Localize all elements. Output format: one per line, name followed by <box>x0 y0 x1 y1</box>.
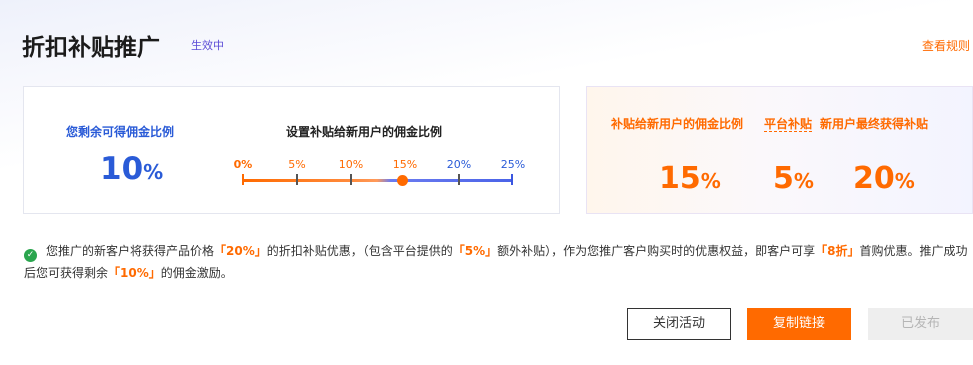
platform-subsidy-label: 平台补贴 <box>764 111 820 137</box>
platform-subsidy-label-text: 平台补贴 <box>764 117 813 132</box>
percent-unit: % <box>700 169 721 193</box>
remaining-commission-unit: % <box>143 160 164 184</box>
remaining-commission-label: 您剩余可得佣金比例 <box>66 125 175 139</box>
notice-text: 额外补贴），作为您推广客户购买时的优惠权益，即客户可享 <box>497 244 816 258</box>
final-subsidy-label: 新用户最终获得补贴 <box>820 117 929 131</box>
slider-tick-label: 20% <box>446 158 472 171</box>
slider-tick-mark <box>511 174 513 185</box>
slider-tick-mark <box>458 174 460 185</box>
final-subsidy-value: 20% <box>853 161 915 196</box>
commission-setting-card: 您剩余可得佣金比例 10% 设置补贴给新用户的佣金比例 0% 5% 10% 15… <box>23 86 560 214</box>
notice-text: 的折扣补贴优惠，（包含平台提供的 <box>266 244 453 258</box>
copy-link-button[interactable]: 复制链接 <box>747 308 851 340</box>
commission-slider-handle[interactable] <box>397 175 408 186</box>
view-rules-link[interactable]: 查看规则 <box>922 37 970 54</box>
slider-tick-label: 25% <box>500 158 526 171</box>
percent-unit: % <box>793 169 814 193</box>
slider-tick-mark <box>242 174 244 185</box>
check-circle-icon: ✓ <box>24 249 37 262</box>
notice-highlight: 「5%」 <box>452 244 498 258</box>
notice-text: 的佣金激励。 <box>160 266 233 280</box>
published-button: 已发布 <box>868 308 973 340</box>
platform-subsidy-number: 5 <box>773 161 794 196</box>
final-subsidy-number: 20 <box>853 161 895 196</box>
percent-unit: % <box>894 169 915 193</box>
slider-tick-label: 10% <box>338 158 364 171</box>
new-user-subsidy-number: 15 <box>659 161 701 196</box>
notice-text: 您推广的新客户将获得产品价格 <box>46 244 215 258</box>
notice-highlight: 「20%」 <box>214 244 267 258</box>
notice-highlight: 「10%」 <box>108 266 161 280</box>
slider-tick-mark <box>296 174 298 185</box>
slider-title: 设置补贴给新用户的佣金比例 <box>286 125 443 139</box>
slider-tick-label: 0% <box>233 158 253 171</box>
promotion-notice: ✓ 您推广的新客户将获得产品价格「20%」的折扣补贴优惠，（包含平台提供的「5%」… <box>24 240 969 284</box>
subsidy-summary-card: 补贴给新用户的佣金比例 平台补贴 新用户最终获得补贴 15% 5% 20% <box>586 86 973 214</box>
new-user-subsidy-value: 15% <box>659 161 721 196</box>
remaining-commission-number: 10 <box>100 151 144 187</box>
commission-slider-track[interactable] <box>242 179 512 182</box>
slider-tick-mark <box>350 174 352 185</box>
notice-highlight: 「8折」 <box>815 244 860 258</box>
slider-tick-label: 5% <box>288 158 306 171</box>
status-badge: 生效中 <box>191 39 224 52</box>
platform-subsidy-value: 5% <box>773 161 814 196</box>
remaining-commission-value: 10% <box>100 151 163 187</box>
close-activity-button[interactable]: 关闭活动 <box>627 308 731 340</box>
page-title: 折扣补贴推广 <box>22 35 160 61</box>
slider-tick-label: 15% <box>392 158 418 171</box>
new-user-subsidy-label: 补贴给新用户的佣金比例 <box>611 117 744 131</box>
